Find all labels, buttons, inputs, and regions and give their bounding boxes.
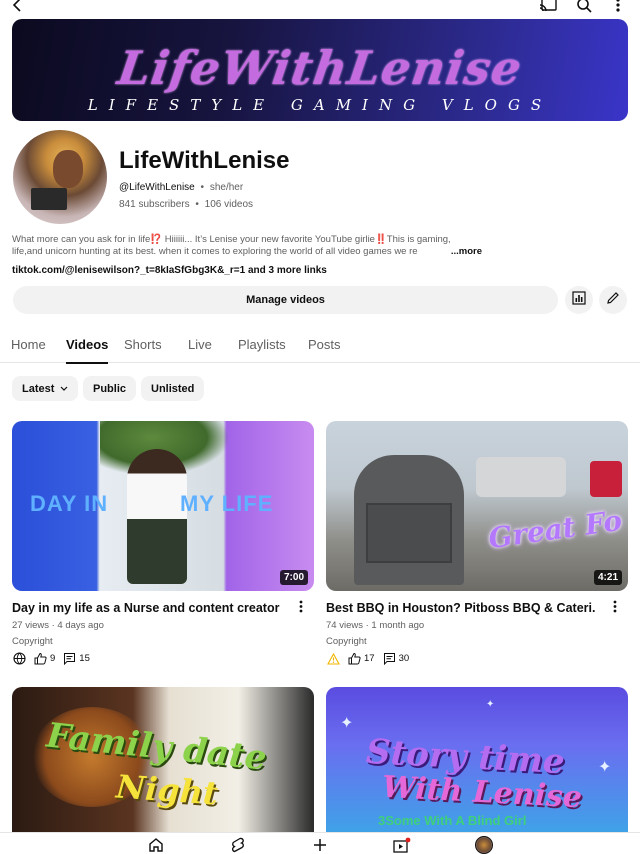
stats-separator: • bbox=[195, 199, 199, 210]
tab-live[interactable]: Live bbox=[188, 337, 212, 352]
video-thumbnail-3[interactable]: Family date Night bbox=[12, 687, 314, 832]
video-rights-1: Copyright bbox=[12, 636, 53, 647]
you-avatar[interactable] bbox=[472, 835, 496, 854]
avatar-face bbox=[53, 150, 83, 188]
video-menu-1[interactable] bbox=[296, 600, 306, 618]
likes-count: 9 bbox=[50, 653, 56, 664]
shorts-icon[interactable] bbox=[226, 835, 250, 854]
channel-description[interactable]: What more can you ask for in life⁉️ Hiii… bbox=[12, 234, 512, 258]
banner-subtitle: LIFESTYLE GAMING VLOGS bbox=[87, 96, 553, 114]
sparkle-icon: ✦ bbox=[486, 699, 495, 710]
public-chip[interactable]: Public bbox=[83, 376, 137, 401]
thumbnail-text-line-2: Night bbox=[114, 767, 220, 813]
channel-tabs: Home Videos Shorts Live Playlists Posts bbox=[0, 330, 640, 364]
comments-count: 30 bbox=[398, 653, 410, 664]
thumbnail-text-left: DAY IN bbox=[30, 491, 109, 516]
comment-icon bbox=[383, 653, 395, 665]
subscriptions-icon[interactable] bbox=[390, 835, 414, 854]
globe-icon bbox=[13, 652, 26, 665]
comment-icon bbox=[64, 653, 76, 665]
channel-banner: LifeWithLenise LIFESTYLE GAMING VLOGS bbox=[12, 19, 628, 121]
thumbnail-smoker-door bbox=[366, 503, 452, 563]
video-stats-2: 17 30 bbox=[327, 652, 417, 665]
video-menu-2[interactable] bbox=[610, 600, 620, 618]
tab-home[interactable]: Home bbox=[11, 337, 46, 352]
description-line-1: What more can you ask for in life⁉️ Hiii… bbox=[12, 234, 451, 245]
video-rights-2: Copyright bbox=[326, 636, 367, 647]
more-vert-icon bbox=[613, 600, 617, 618]
tab-videos[interactable]: Videos bbox=[66, 337, 109, 364]
channel-stats-row: 841 subscribers • 106 videos bbox=[119, 199, 253, 210]
home-icon[interactable] bbox=[144, 835, 168, 854]
channel-handle-row: @LifeWithLenise • she/her bbox=[119, 182, 243, 193]
analytics-button[interactable] bbox=[565, 286, 593, 314]
search-icon[interactable] bbox=[574, 0, 594, 14]
video-meta-2: 74 views · 1 month ago bbox=[326, 620, 425, 631]
video-count: 106 videos bbox=[204, 199, 254, 210]
video-thumbnail-1[interactable]: DAY IN MY LIFE 7:00 bbox=[12, 421, 314, 591]
video-thumbnail-4[interactable]: ✦ ✦ ✦ Story time With Lenise 3Some With … bbox=[326, 687, 628, 832]
top-bar bbox=[0, 0, 640, 14]
thumbnail-truck bbox=[476, 457, 566, 497]
sparkle-icon: ✦ bbox=[598, 759, 612, 776]
description-line-2: life,and unicorn hunting at its best. wh… bbox=[12, 246, 418, 257]
channel-pronouns: she/her bbox=[209, 182, 244, 193]
likes-stat: 17 bbox=[348, 652, 375, 665]
channel-name: LifeWithLenise bbox=[119, 147, 290, 174]
meta-separator: • bbox=[200, 182, 205, 193]
pencil-icon bbox=[606, 291, 620, 310]
video-duration: 7:00 bbox=[279, 570, 308, 585]
subscriber-count: 841 subscribers bbox=[119, 199, 190, 210]
thumbnail-person bbox=[127, 449, 187, 584]
manage-videos-button[interactable]: Manage videos bbox=[13, 286, 558, 314]
thumbnail-text-line-3: 3Some With A Blind Girl bbox=[378, 813, 527, 828]
create-icon[interactable] bbox=[308, 835, 332, 854]
analytics-icon bbox=[572, 290, 586, 310]
thumb-up-icon bbox=[34, 652, 47, 665]
video-meta-1: 27 views · 4 days ago bbox=[12, 620, 104, 631]
video-stats-1: 9 15 bbox=[13, 652, 98, 665]
channel-links[interactable]: tiktok.com/@lenisewilson?_t=8kIaSfGbg3K&… bbox=[12, 265, 327, 276]
sort-latest-chip[interactable]: Latest bbox=[12, 376, 79, 401]
likes-count: 17 bbox=[364, 653, 375, 664]
sort-label: Latest bbox=[22, 382, 55, 395]
chevron-down-icon bbox=[60, 383, 68, 395]
thumbnail-text-right: MY LIFE bbox=[180, 491, 274, 516]
unlisted-chip[interactable]: Unlisted bbox=[141, 376, 205, 401]
comments-stat: 15 bbox=[63, 652, 90, 665]
warning-icon bbox=[327, 652, 340, 665]
sparkle-icon: ✦ bbox=[340, 715, 354, 732]
video-thumbnail-2[interactable]: Great Fo 4:21 bbox=[326, 421, 628, 591]
likes-stat: 9 bbox=[34, 652, 55, 665]
more-link[interactable]: ...more bbox=[440, 246, 482, 258]
video-title-1[interactable]: Day in my life as a Nurse and content cr… bbox=[12, 601, 282, 615]
video-duration: 4:21 bbox=[593, 570, 622, 585]
more-vert-icon[interactable] bbox=[608, 0, 628, 14]
cast-icon[interactable] bbox=[538, 0, 558, 14]
comments-stat: 30 bbox=[383, 652, 410, 665]
thumbnail-text: Great Fo bbox=[486, 503, 624, 556]
edit-channel-button[interactable] bbox=[599, 286, 627, 314]
thumbnail-red-car bbox=[590, 461, 622, 497]
video-title-2[interactable]: Best BBQ in Houston? Pitboss BBQ & Cater… bbox=[326, 601, 596, 615]
avatar-laptop bbox=[31, 188, 67, 210]
banner-title: LifeWithLenise bbox=[114, 41, 526, 95]
channel-handle: @LifeWithLenise bbox=[119, 182, 195, 193]
tab-playlists[interactable]: Playlists bbox=[238, 337, 286, 352]
tab-shorts[interactable]: Shorts bbox=[124, 337, 162, 352]
thumb-up-icon bbox=[348, 652, 361, 665]
channel-avatar[interactable] bbox=[13, 130, 107, 224]
bottom-navigation bbox=[0, 832, 640, 854]
tab-posts[interactable]: Posts bbox=[308, 337, 341, 352]
back-arrow-icon[interactable] bbox=[8, 0, 28, 14]
more-vert-icon bbox=[299, 600, 303, 618]
comments-count: 15 bbox=[79, 653, 90, 664]
